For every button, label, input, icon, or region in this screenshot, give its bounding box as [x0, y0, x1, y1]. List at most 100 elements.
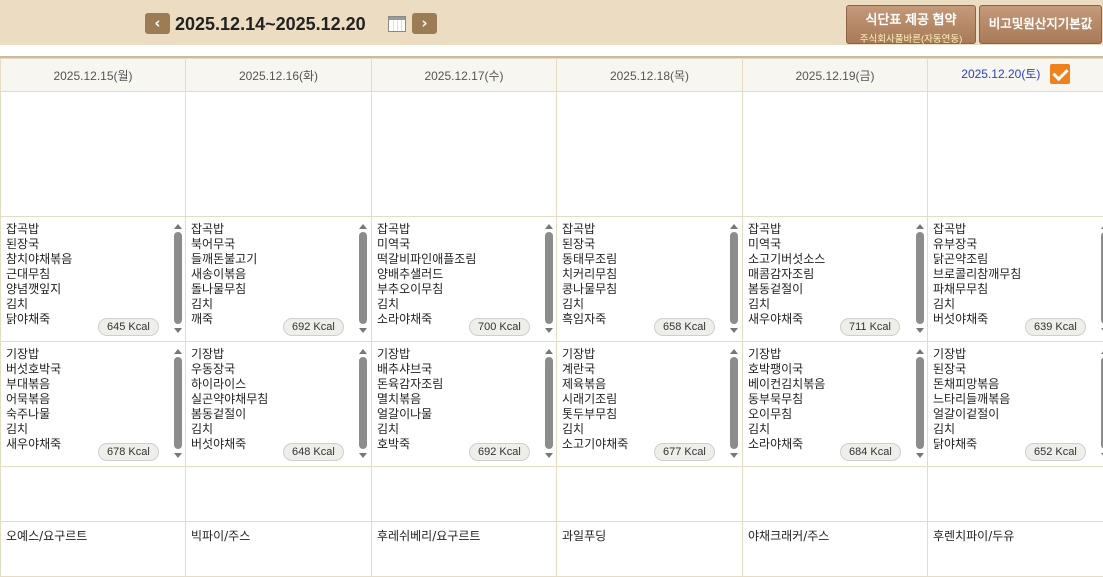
menu-item: 부대볶음: [6, 377, 171, 392]
scrollbar[interactable]: [544, 222, 554, 335]
scroll-up-icon[interactable]: [174, 349, 182, 354]
snack-text: 후렌치파이/두유: [933, 527, 1014, 544]
lunch-cell[interactable]: 잡곡밥미역국소고기버섯소스매콤감자조림봄동겉절이김치새우야채죽711 Kcal: [743, 217, 928, 342]
menu-item: 양념깻잎지: [6, 282, 171, 297]
menu-item: 기장밥: [933, 347, 1098, 362]
meal-cell-empty[interactable]: [743, 92, 928, 217]
scrollbar[interactable]: [173, 222, 183, 335]
lunch-cell[interactable]: 잡곡밥된장국동태무조림치커리무침콩나물무침김치흑임자죽658 Kcal: [557, 217, 743, 342]
scroll-thumb[interactable]: [545, 357, 553, 449]
meal-cell-empty[interactable]: [557, 467, 743, 522]
menu-item: 부추오이무침: [377, 282, 542, 297]
scrollbar[interactable]: [729, 347, 739, 460]
scroll-down-icon[interactable]: [545, 453, 553, 458]
menu-item: 얼갈이나물: [377, 407, 542, 422]
scroll-down-icon[interactable]: [916, 328, 924, 333]
dinner-cell[interactable]: 기장밥배추샤브국돈육감자조림멸치볶음얼갈이나물김치호박죽692 Kcal: [372, 342, 557, 467]
scrollbar[interactable]: [729, 222, 739, 335]
snack-cell[interactable]: 후렌치파이/두유: [928, 522, 1103, 577]
scroll-down-icon[interactable]: [359, 453, 367, 458]
scroll-down-icon[interactable]: [545, 328, 553, 333]
scrollbar[interactable]: [358, 347, 368, 460]
menu-item: 새송이볶음: [191, 267, 356, 282]
menu-item: 김치: [191, 297, 356, 312]
meal-cell-empty[interactable]: [372, 92, 557, 217]
dinner-cell[interactable]: 기장밥우동장국하이라이스실곤약야채무침봄동겉절이김치버섯야채죽648 Kcal: [186, 342, 372, 467]
dinner-cell[interactable]: 기장밥계란국제육볶음시래기조림톳두부무침김치소고기야채죽677 Kcal: [557, 342, 743, 467]
menu-item: 소고기버섯소스: [748, 252, 913, 267]
meal-cell-empty[interactable]: [743, 467, 928, 522]
scroll-thumb[interactable]: [545, 232, 553, 324]
scroll-thumb[interactable]: [730, 357, 738, 449]
diet-agreement-button[interactable]: 식단표 제공 협약 주식회사풀바른(자동연동): [846, 5, 976, 44]
checkbox-checked-icon[interactable]: [1050, 64, 1070, 84]
snack-cell[interactable]: 빅파이/주스: [186, 522, 372, 577]
scroll-up-icon[interactable]: [916, 224, 924, 229]
scroll-down-icon[interactable]: [916, 453, 924, 458]
scrollbar[interactable]: [915, 222, 925, 335]
menu-item: 북어무국: [191, 237, 356, 252]
snack-cell[interactable]: 야채크래커/주스: [743, 522, 928, 577]
date-header: 2025.12.18(목): [557, 59, 743, 92]
meal-cell-empty[interactable]: [372, 467, 557, 522]
scroll-thumb[interactable]: [916, 232, 924, 324]
scroll-thumb[interactable]: [174, 232, 182, 324]
dinner-menu-list: 기장밥우동장국하이라이스실곤약야채무침봄동겉절이김치버섯야채죽: [191, 347, 356, 452]
scroll-down-icon[interactable]: [730, 453, 738, 458]
lunch-menu-list: 잡곡밥된장국동태무조림치커리무침콩나물무침김치흑임자죽: [562, 222, 727, 327]
scrollbar[interactable]: [544, 347, 554, 460]
scroll-up-icon[interactable]: [916, 349, 924, 354]
date-header: 2025.12.17(수): [372, 59, 557, 92]
snack-text: 과일푸딩: [562, 527, 606, 544]
meal-cell-empty[interactable]: [186, 92, 372, 217]
lunch-cell[interactable]: 잡곡밥유부장국닭곤약조림브로콜리참깨무침파채무무침김치버섯야채죽639 Kcal: [928, 217, 1103, 342]
menu-item: 들깨돈불고기: [191, 252, 356, 267]
scroll-thumb[interactable]: [359, 232, 367, 324]
scroll-up-icon[interactable]: [359, 349, 367, 354]
lunch-cell[interactable]: 잡곡밥된장국참치야채볶음근대무침양념깻잎지김치닭야채죽645 Kcal: [1, 217, 186, 342]
meal-cell-empty[interactable]: [1, 92, 186, 217]
dinner-cell[interactable]: 기장밥버섯호박국부대볶음어묵볶음숙주나물김치새우야채죽678 Kcal: [1, 342, 186, 467]
scroll-down-icon[interactable]: [730, 328, 738, 333]
scroll-up-icon[interactable]: [730, 224, 738, 229]
menu-item: 기장밥: [6, 347, 171, 362]
scroll-up-icon[interactable]: [730, 349, 738, 354]
scroll-down-icon[interactable]: [359, 328, 367, 333]
kcal-badge: 652 Kcal: [1025, 443, 1086, 461]
snack-cell[interactable]: 과일푸딩: [557, 522, 743, 577]
meal-cell-empty[interactable]: [557, 92, 743, 217]
snack-cell[interactable]: 후레쉬베리/요구르트: [372, 522, 557, 577]
scroll-thumb[interactable]: [916, 357, 924, 449]
origin-default-button[interactable]: 비고및원산지기본값: [979, 5, 1102, 44]
lunch-cell[interactable]: 잡곡밥북어무국들깨돈불고기새송이볶음돌나물무침김치깨죽692 Kcal: [186, 217, 372, 342]
chevron-left-icon[interactable]: ‹: [145, 13, 170, 34]
scrollbar[interactable]: [358, 222, 368, 335]
scroll-down-icon[interactable]: [174, 328, 182, 333]
scroll-up-icon[interactable]: [174, 224, 182, 229]
scroll-thumb[interactable]: [359, 357, 367, 449]
scroll-up-icon[interactable]: [545, 349, 553, 354]
meal-cell-empty[interactable]: [928, 92, 1103, 217]
scroll-thumb[interactable]: [174, 357, 182, 449]
menu-item: 숙주나물: [6, 407, 171, 422]
dinner-cell[interactable]: 기장밥호박팽이국베이컨김치볶음동부묵무침오이무침김치소라야채죽684 Kcal: [743, 342, 928, 467]
calendar-icon[interactable]: [388, 16, 406, 32]
kcal-badge: 692 Kcal: [283, 318, 344, 336]
meal-cell-empty[interactable]: [1, 467, 186, 522]
chevron-right-icon[interactable]: ›: [412, 13, 437, 34]
scroll-down-icon[interactable]: [174, 453, 182, 458]
scroll-up-icon[interactable]: [359, 224, 367, 229]
menu-item: 돈육감자조림: [377, 377, 542, 392]
scroll-thumb[interactable]: [730, 232, 738, 324]
scrollbar[interactable]: [915, 347, 925, 460]
snack-text: 야채크래커/주스: [748, 527, 829, 544]
kcal-badge: 678 Kcal: [98, 443, 159, 461]
snack-text: 오예스/요구르트: [6, 527, 87, 544]
snack-cell[interactable]: 오예스/요구르트: [1, 522, 186, 577]
meal-cell-empty[interactable]: [186, 467, 372, 522]
meal-cell-empty[interactable]: [928, 467, 1103, 522]
scrollbar[interactable]: [173, 347, 183, 460]
lunch-cell[interactable]: 잡곡밥미역국떡갈비파인애플조림양배추샐러드부추오이무침김치소라야채죽700 Kc…: [372, 217, 557, 342]
scroll-up-icon[interactable]: [545, 224, 553, 229]
dinner-cell[interactable]: 기장밥된장국돈채피망볶음느타리들깨볶음얼갈이겉절이김치닭야채죽652 Kcal: [928, 342, 1103, 467]
